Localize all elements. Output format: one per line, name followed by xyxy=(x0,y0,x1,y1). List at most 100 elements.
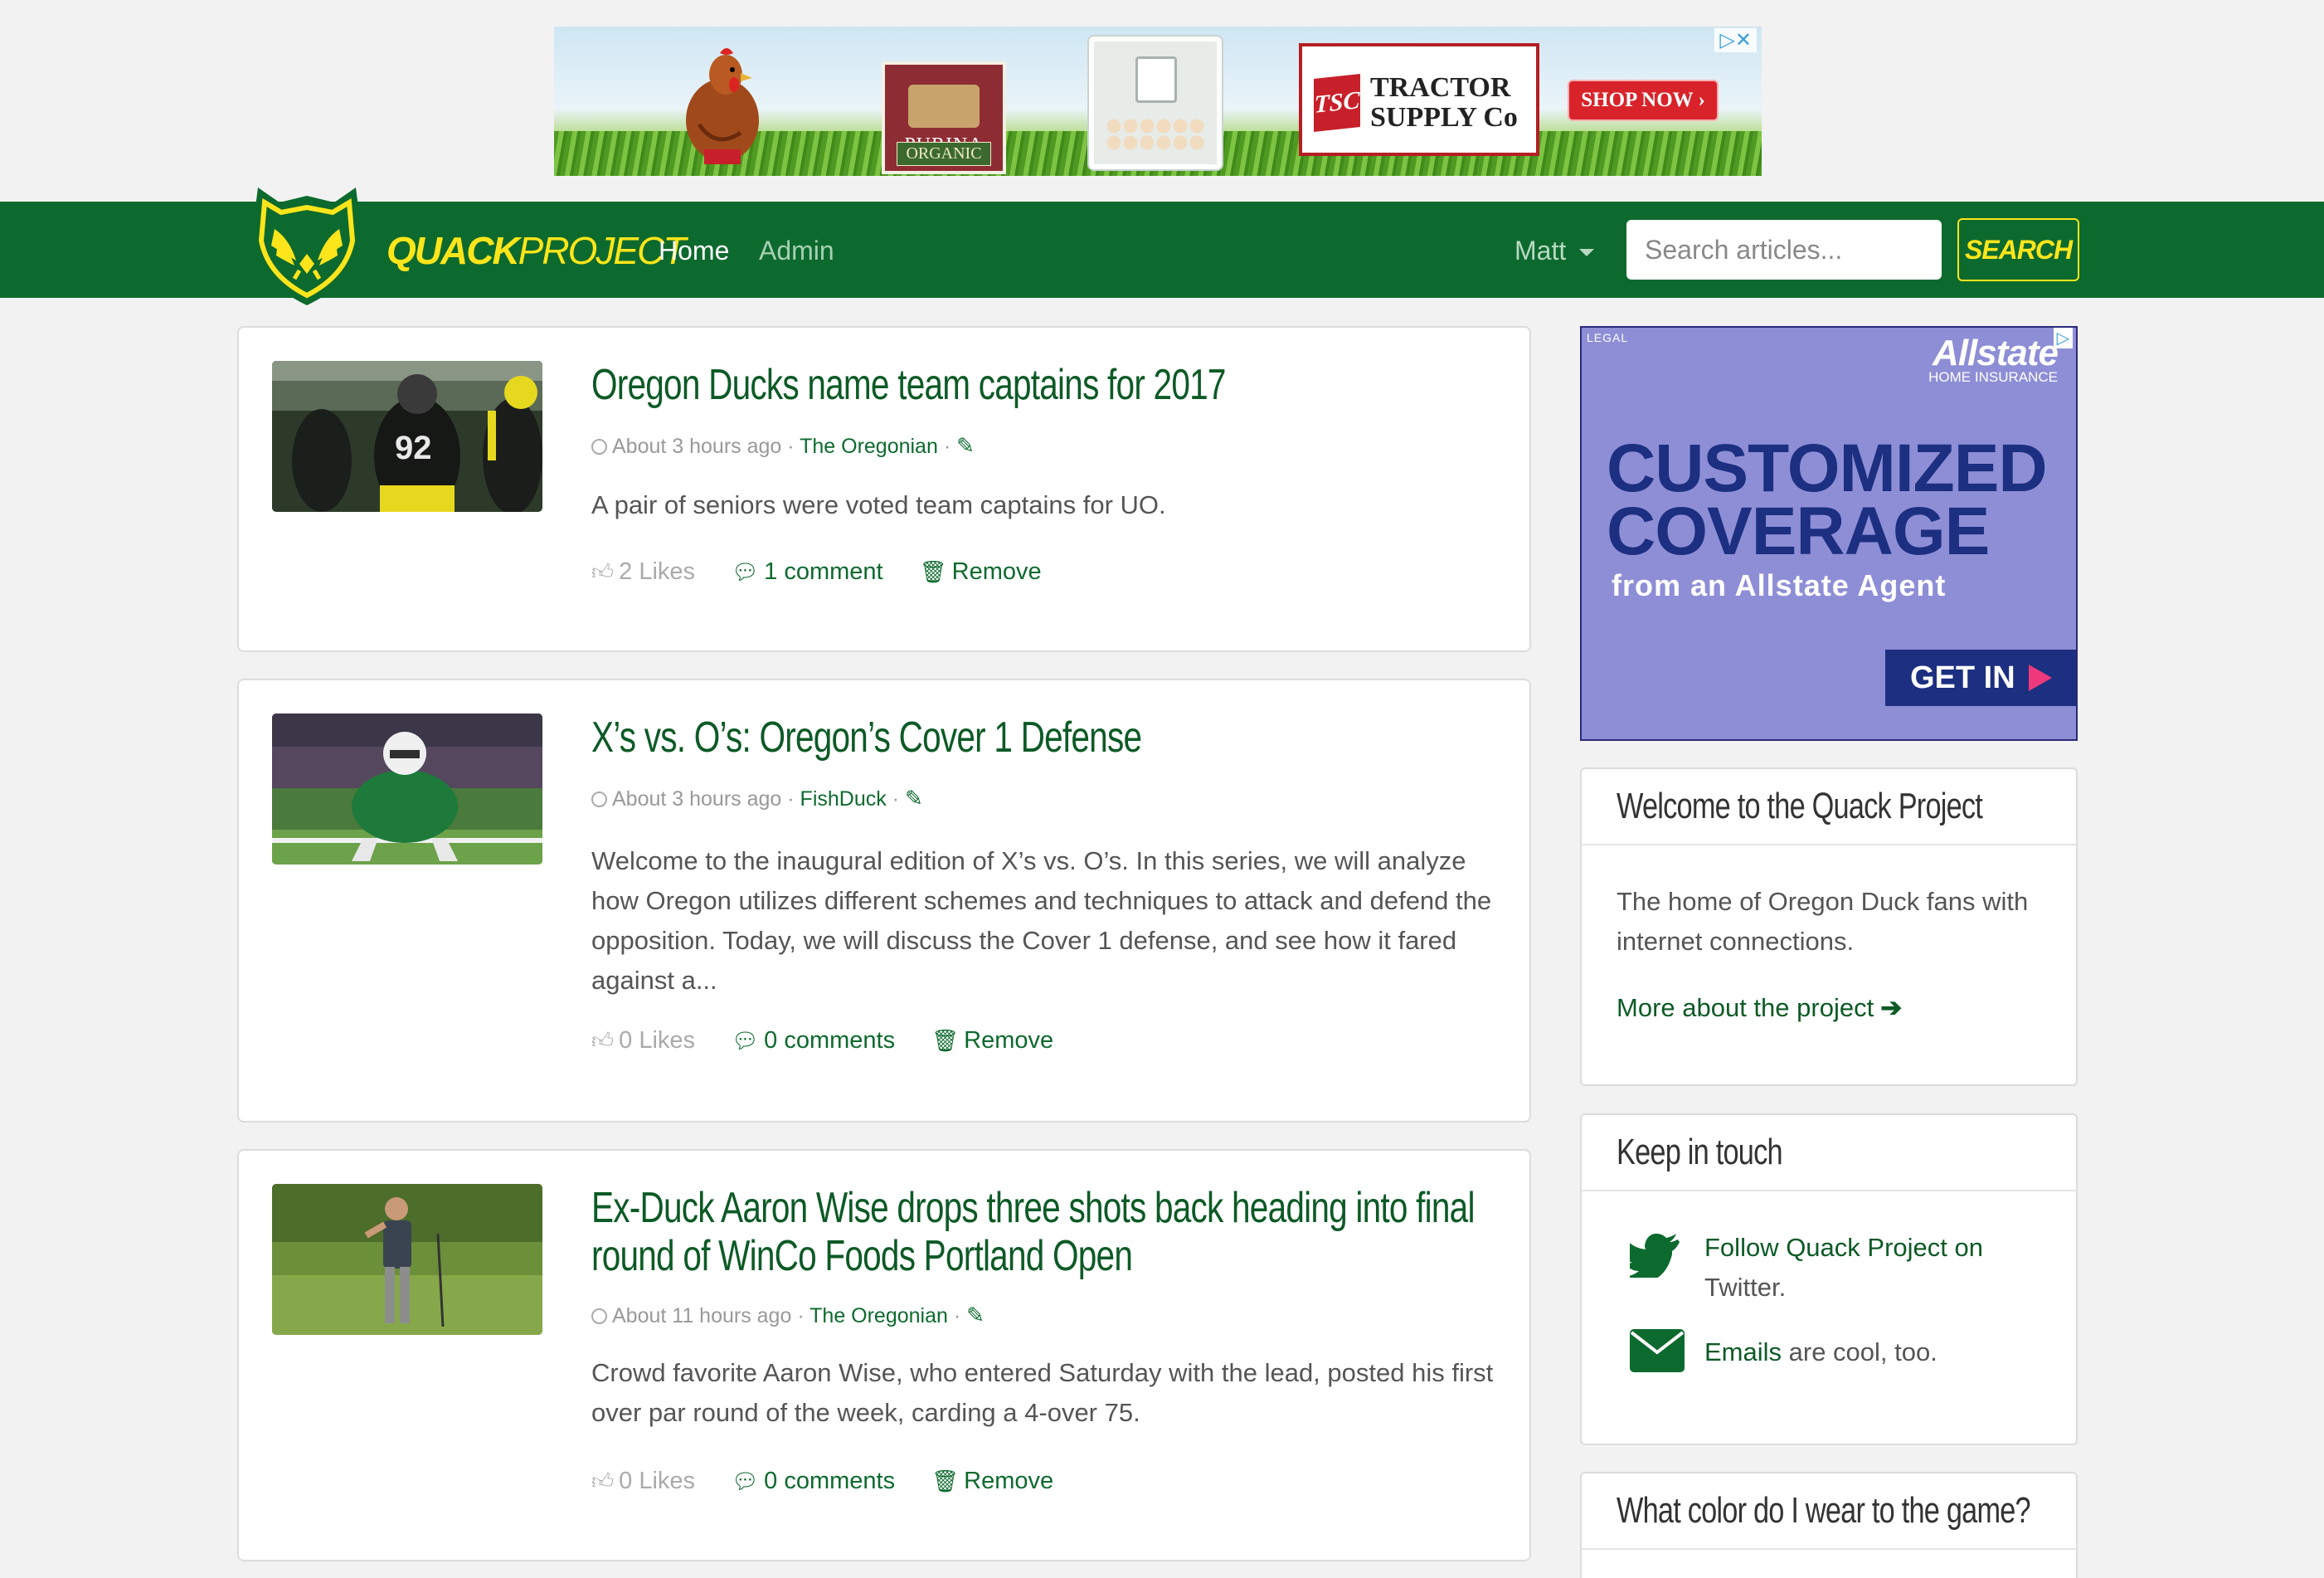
tsc-mark: TSC xyxy=(1314,74,1360,132)
play-arrow-icon xyxy=(2028,665,2052,691)
article-time: About 3 hours ago xyxy=(612,787,782,811)
organic-label: ORGANIC xyxy=(897,142,991,166)
get-in-label: GET IN xyxy=(1910,660,2015,695)
edit-icon[interactable]: ✎ xyxy=(966,1303,985,1328)
edit-icon[interactable]: ✎ xyxy=(956,433,975,459)
keep-in-touch-panel: Keep in touch Follow Quack Project on Tw… xyxy=(1580,1113,2078,1445)
comments-count: 0 comments xyxy=(764,1027,896,1054)
thumbs-up-icon: 👍︎ xyxy=(591,559,615,584)
article-source[interactable]: The Oregonian xyxy=(800,435,938,458)
remove-label: Remove xyxy=(964,1027,1054,1054)
panel-title: Welcome to the Quack Project xyxy=(1617,786,1983,826)
panel-title: What color do I wear to the game? xyxy=(1617,1490,2031,1531)
welcome-panel: Welcome to the Quack Project The home of… xyxy=(1580,767,2078,1086)
article-thumbnail[interactable] xyxy=(272,1184,542,1335)
article-thumbnail[interactable]: 92 xyxy=(272,361,542,512)
twitter-rest: Twitter. xyxy=(1704,1273,1787,1302)
adchoices-icon[interactable]: ▷ xyxy=(2053,328,2073,348)
ad-headline-line1: CUSTOMIZED xyxy=(1607,431,2048,506)
brand-logo[interactable]: QUACKPROJECT xyxy=(387,224,686,277)
article-meta: About 3 hours ago · The Oregonian · ✎ xyxy=(591,433,975,459)
top-banner-ad[interactable]: PURINA ORGANIC TSC TRACTOR SUPPLY Co SHO… xyxy=(554,27,1762,176)
article-meta: About 3 hours ago · FishDuck · ✎ xyxy=(591,786,923,811)
brand-bold: QUACK xyxy=(387,229,520,272)
emails-link[interactable]: Emails xyxy=(1704,1337,1782,1366)
allstate-ad[interactable]: LEGAL Allstate HOME INSURANCE ▷ CUSTOMIZ… xyxy=(1580,326,2078,741)
article-actions: 👍︎ 0 Likes 💬︎ 0 comments 🗑︎ Remove xyxy=(591,1468,1083,1495)
article-thumbnail[interactable] xyxy=(272,714,542,864)
article-meta: About 11 hours ago · The Oregonian · ✎ xyxy=(591,1303,985,1328)
user-name: Matt xyxy=(1514,236,1567,265)
comments-icon: 💬︎ xyxy=(732,559,760,584)
article-summary: Welcome to the inaugural edition of X’s … xyxy=(591,846,1492,995)
clock-icon xyxy=(591,439,607,455)
allstate-logo: Allstate xyxy=(1933,333,2059,373)
likes-button[interactable]: 👍︎ 0 Likes xyxy=(591,1027,695,1054)
comments-link[interactable]: 💬︎ 0 comments xyxy=(732,1027,895,1054)
game-color-panel: What color do I wear to the game? xyxy=(1580,1472,2078,1578)
article-card: Ex-Duck Aaron Wise drops three shots bac… xyxy=(237,1149,1531,1561)
comments-icon: 💬︎ xyxy=(732,1468,760,1493)
more-about-link[interactable]: More about the project ➔ xyxy=(1617,988,2041,1028)
thumbs-up-icon: 👍︎ xyxy=(591,1468,615,1493)
chevron-down-icon xyxy=(1579,249,1595,257)
likes-count: 0 Likes xyxy=(619,1027,696,1054)
article-source[interactable]: FishDuck xyxy=(800,787,887,811)
article-summary: A pair of seniors were voted team captai… xyxy=(591,490,1166,519)
get-in-button[interactable]: GET IN xyxy=(1885,650,2076,706)
panel-title: Keep in touch xyxy=(1617,1132,1783,1172)
article-title[interactable]: Ex-Duck Aaron Wise drops three shots bac… xyxy=(591,1184,1510,1280)
trash-icon: 🗑︎ xyxy=(931,1468,960,1493)
svg-text:92: 92 xyxy=(395,430,432,466)
remove-label: Remove xyxy=(951,558,1042,585)
adchoices-icon[interactable]: ▷✕ xyxy=(1714,28,1757,52)
trash-icon: 🗑︎ xyxy=(919,559,947,584)
comments-count: 0 comments xyxy=(764,1468,896,1494)
article-card: 92 Oregon Ducks name team captains for 2… xyxy=(237,326,1531,652)
ad-legal-label: LEGAL xyxy=(1587,331,1629,344)
article-actions: 👍︎ 0 Likes 💬︎ 0 comments 🗑︎ Remove xyxy=(591,1027,1083,1054)
hen-image xyxy=(686,48,759,164)
emails-rest: are cool, too. xyxy=(1782,1337,1937,1366)
remove-button[interactable]: 🗑︎ Remove xyxy=(920,558,1042,585)
tsc-logo: TSC TRACTOR SUPPLY Co xyxy=(1299,43,1539,156)
article-title[interactable]: X’s vs. O’s: Oregon’s Cover 1 Defense xyxy=(591,714,1510,762)
search-button[interactable]: SEARCH xyxy=(1957,218,2079,281)
search-input[interactable] xyxy=(1626,220,1942,280)
likes-button[interactable]: 👍︎ 0 Likes xyxy=(591,1468,695,1494)
nav-home-link[interactable]: Home xyxy=(659,232,729,269)
thumbs-up-icon: 👍︎ xyxy=(591,1028,615,1053)
edit-icon[interactable]: ✎ xyxy=(905,786,923,811)
envelope-icon[interactable] xyxy=(1630,1329,1685,1372)
nav-admin-link[interactable]: Admin xyxy=(759,232,834,269)
likes-button[interactable]: 👍︎ 2 Likes xyxy=(591,558,695,585)
arrow-right-icon: ➔ xyxy=(1880,993,1903,1022)
likes-count: 2 Likes xyxy=(619,558,696,585)
remove-button[interactable]: 🗑︎ Remove xyxy=(931,1468,1053,1494)
email-row: Emails are cool, too. xyxy=(1617,1329,2041,1372)
twitter-link[interactable]: Follow Quack Project on xyxy=(1704,1233,1983,1262)
remove-button[interactable]: 🗑︎ Remove xyxy=(931,1027,1053,1054)
comments-link[interactable]: 💬︎ 0 comments xyxy=(732,1468,895,1494)
tsc-name: TRACTOR SUPPLY Co xyxy=(1370,72,1518,133)
comments-count: 1 comment xyxy=(764,558,883,585)
ad-subline: from an Allstate Agent xyxy=(1612,568,1947,602)
article-actions: 👍︎ 2 Likes 💬︎ 1 comment 🗑︎ Remove xyxy=(591,558,1072,586)
ad-headline: CUSTOMIZED COVERAGE xyxy=(1607,431,2048,566)
purina-bag-image: PURINA ORGANIC xyxy=(882,61,1006,174)
shop-now-button[interactable]: SHOP NOW › xyxy=(1568,80,1719,121)
duck-wings-logo-icon[interactable] xyxy=(246,181,367,309)
clock-icon xyxy=(591,791,607,807)
article-source[interactable]: The Oregonian xyxy=(810,1304,948,1327)
article-time: About 3 hours ago xyxy=(612,435,782,458)
article-time: About 11 hours ago xyxy=(612,1304,792,1327)
comments-link[interactable]: 💬︎ 1 comment xyxy=(732,558,882,585)
comments-icon: 💬︎ xyxy=(732,1028,760,1053)
allstate-sub: HOME INSURANCE xyxy=(1928,369,2058,385)
likes-count: 0 Likes xyxy=(619,1468,696,1494)
twitter-icon[interactable] xyxy=(1630,1233,1680,1278)
article-title[interactable]: Oregon Ducks name team captains for 2017 xyxy=(591,361,1510,409)
remove-label: Remove xyxy=(964,1468,1054,1494)
user-menu-dropdown[interactable]: Matt xyxy=(1514,232,1595,269)
clock-icon xyxy=(591,1308,607,1324)
